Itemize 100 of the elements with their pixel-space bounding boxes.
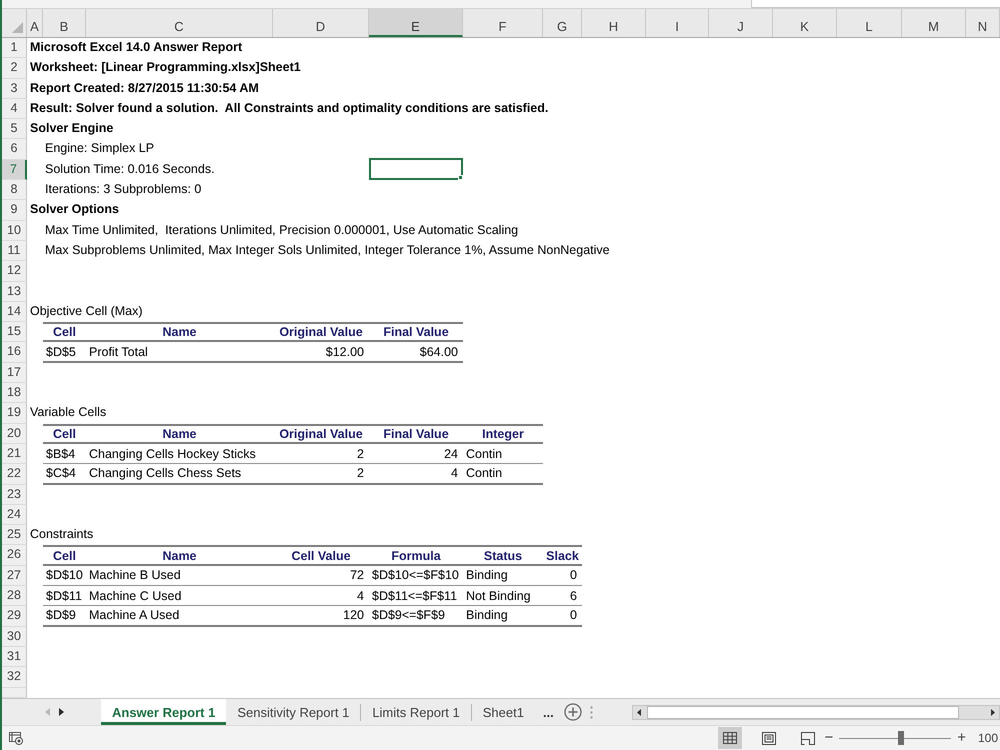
sheet-tab[interactable]: Answer Report 1 [101, 699, 226, 725]
table-cell-text: 4 [450, 465, 459, 482]
row-header[interactable]: 29 [2, 606, 27, 627]
column-header[interactable]: M [902, 9, 966, 37]
more-tabs-button[interactable]: ... [538, 704, 558, 720]
row-header[interactable]: 4 [2, 98, 27, 120]
row-header[interactable]: 9 [2, 200, 27, 221]
table-cell-text: $D$10<=$F$10 [371, 567, 460, 584]
row-header[interactable]: 21 [2, 444, 27, 464]
table-cell-text: Contin [465, 465, 504, 482]
column-heading: Cell [52, 324, 77, 340]
row-header[interactable]: 6 [2, 139, 27, 160]
table-cell-text: 2 [356, 465, 365, 482]
row-header[interactable]: 17 [2, 362, 27, 384]
table-cell-text: 0 [569, 607, 578, 624]
right-arrow-icon[interactable] [59, 708, 64, 716]
table-cell-text: Changing Cells Chess Sets [88, 465, 242, 482]
column-header[interactable]: L [837, 9, 902, 37]
column-heading: Cell Value [290, 548, 352, 564]
row-header[interactable]: 23 [2, 484, 27, 505]
sheet-tab[interactable]: Sheet1 [472, 699, 535, 725]
row-header[interactable]: 22 [2, 464, 27, 485]
column-header[interactable]: E [369, 9, 463, 37]
row-header[interactable]: 18 [2, 383, 27, 404]
row-header[interactable]: 32 [2, 667, 27, 688]
column-heading: Final Value [382, 324, 450, 340]
column-header[interactable]: H [582, 9, 646, 37]
table-cell-text: Not Binding [465, 588, 532, 604]
sheet-tab[interactable]: Sensitivity Report 1 [226, 699, 360, 725]
horizontal-scrollbar[interactable] [632, 704, 1000, 720]
row-header[interactable]: 5 [2, 119, 27, 140]
right-arrow-icon[interactable] [991, 708, 995, 716]
table-cell-text: $D$11 [45, 588, 83, 604]
table-cell-text: Binding [465, 567, 509, 584]
plus-circle-icon[interactable] [564, 703, 582, 721]
row-header[interactable]: 30 [2, 626, 27, 647]
row-header[interactable]: 19 [2, 403, 27, 424]
row-header[interactable]: 13 [2, 282, 27, 302]
column-heading: Cell [52, 548, 77, 564]
zoom-in-button[interactable]: + [955, 730, 968, 746]
row-header[interactable]: 28 [2, 586, 27, 606]
column-header[interactable]: N [966, 9, 1000, 37]
report-heading: Report Created: 8/27/2015 11:30:54 AM [30, 80, 259, 97]
row-header[interactable]: 20 [2, 424, 27, 444]
column-heading: Integer [481, 426, 525, 442]
table-cell-text: Machine A Used [88, 607, 180, 624]
table-cell-text: 24 [443, 446, 459, 462]
scrollbar-thumb[interactable] [647, 706, 959, 718]
table-cell-text: 0 [569, 567, 578, 584]
sheet-tab[interactable]: Limits Report 1 [361, 699, 471, 725]
zoom-slider-thumb[interactable] [898, 731, 904, 745]
row-header[interactable]: 14 [2, 302, 27, 322]
selected-cell[interactable] [369, 158, 463, 180]
table-cell-text: 120 [342, 607, 365, 624]
column-header[interactable]: I [646, 9, 709, 37]
column-heading: Name [161, 324, 198, 340]
row-header[interactable]: 2 [2, 58, 27, 79]
table-cell-text: Contin [465, 446, 504, 462]
row-header[interactable]: 3 [2, 78, 27, 99]
column-header[interactable]: K [773, 9, 837, 37]
left-arrow-icon[interactable] [637, 708, 641, 716]
column-header[interactable]: C [86, 9, 273, 37]
table-cell-text: 2 [356, 446, 365, 462]
row-header[interactable]: 15 [2, 322, 27, 342]
column-heading: Slack [545, 548, 580, 564]
sheet-circle-icon[interactable] [9, 732, 23, 744]
table-cell-text: 72 [349, 567, 365, 584]
column-heading: Original Value [278, 324, 364, 340]
column-header[interactable]: F [463, 9, 543, 37]
row-header[interactable]: 25 [2, 525, 27, 546]
table-cell-text: 6 [569, 588, 578, 604]
row-header[interactable]: 8 [2, 180, 27, 200]
column-header[interactable]: A [27, 9, 43, 37]
formula-bar-field[interactable] [751, 0, 1000, 8]
report-heading: Worksheet: [Linear Programming.xlsx]Sheet1 [30, 59, 301, 76]
row-header[interactable]: 24 [2, 504, 27, 526]
column-heading: Original Value [278, 426, 364, 442]
table-cell-text: Machine B Used [88, 567, 182, 584]
vertical-dots-icon[interactable] [590, 706, 593, 718]
report-text: Iterations: 3 Subproblems: 0 [45, 181, 202, 198]
column-header[interactable]: B [43, 9, 86, 37]
column-header[interactable]: G [543, 9, 582, 37]
zoom-out-button[interactable]: − [822, 730, 836, 746]
row-header[interactable]: 27 [2, 566, 27, 586]
report-text: Max Time Unlimited, Iterations Unlimited, Precision 0.000001, Use Automatic Scaling [45, 222, 518, 239]
row-header[interactable]: 10 [2, 220, 27, 241]
column-header[interactable]: J [709, 9, 773, 37]
table-cell-text: $12.00 [324, 344, 365, 360]
row-header[interactable]: 1 [2, 38, 27, 58]
normal-view-button[interactable] [718, 727, 742, 749]
row-header[interactable]: 12 [2, 261, 27, 282]
table-cell-text: 4 [356, 588, 365, 604]
page-break-icon [801, 732, 816, 744]
row-header[interactable]: 11 [2, 240, 27, 262]
row-header[interactable]: 31 [2, 646, 27, 668]
row-header[interactable]: 26 [2, 545, 27, 566]
row-header[interactable]: 7 [2, 160, 27, 180]
table-cell-text: $64.00 [418, 344, 459, 360]
row-header[interactable]: 16 [2, 342, 27, 363]
table-cell-text: $D$9 [45, 607, 77, 624]
